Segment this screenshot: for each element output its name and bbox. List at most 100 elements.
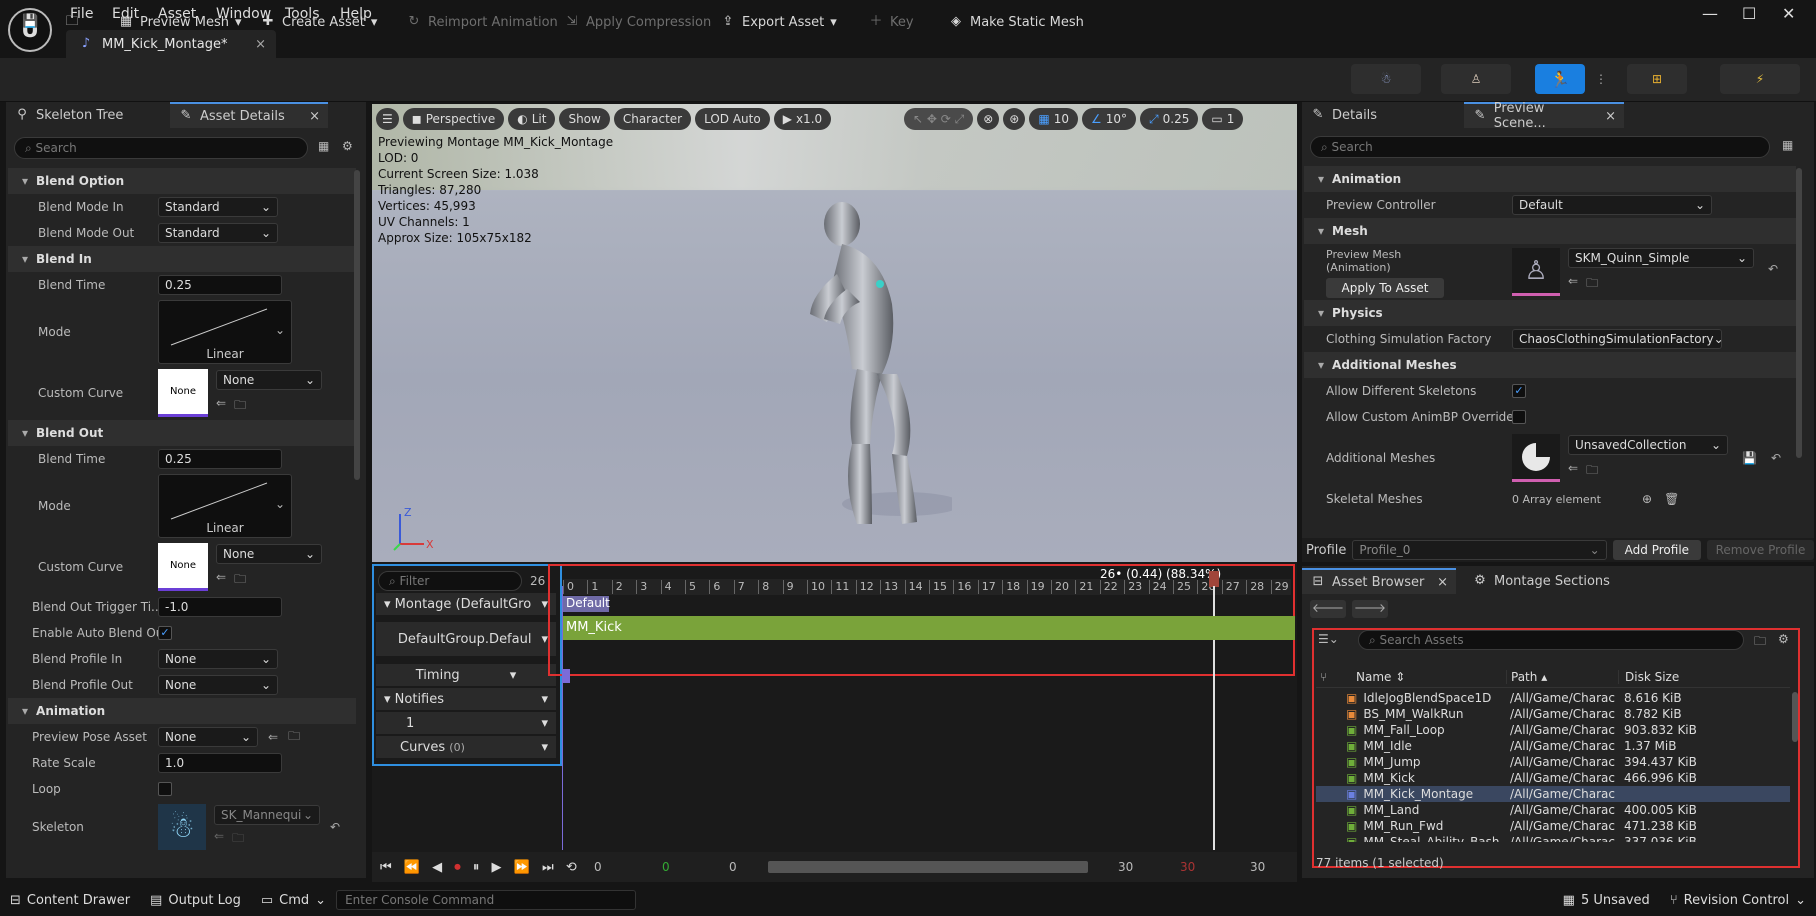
output-log-button[interactable]: ▤ Output Log bbox=[140, 884, 251, 916]
list-item[interactable]: ▣ MM_Kick/All/Game/Charac 466.996 KiB bbox=[1316, 770, 1790, 786]
blend-in-mode-picker[interactable]: ⌄ Linear bbox=[158, 300, 292, 364]
forward-arrow-icon[interactable]: 🡒 bbox=[1352, 600, 1388, 618]
track-montage[interactable]: ▾ Montage (DefaultGro ▾ bbox=[376, 593, 556, 615]
list-item[interactable]: ▣ BS_MM_WalkRun/All/Game/Charac 8.782 KiB bbox=[1316, 706, 1790, 722]
tab-details[interactable]: ✎ Details bbox=[1302, 102, 1385, 128]
blend-profile-in-select[interactable]: None ⌄ bbox=[158, 649, 278, 669]
apply-to-asset-button[interactable]: Apply To Asset bbox=[1326, 278, 1444, 298]
create-asset-button[interactable]: ✚ Create Asset ▾ bbox=[254, 8, 383, 36]
skeleton-mode-icon[interactable]: ☃ bbox=[1351, 64, 1421, 94]
tab-montage-sections[interactable]: ⚙ Montage Sections bbox=[1464, 568, 1618, 594]
blend-out-curve-thumbnail[interactable]: None bbox=[158, 543, 208, 591]
section-animation[interactable]: Animation bbox=[8, 698, 356, 724]
folder-icon[interactable]: 🗀 bbox=[1754, 632, 1766, 653]
blend-in-time-input[interactable]: 0.25 bbox=[158, 275, 282, 295]
track-timing[interactable]: Timing ▾ bbox=[376, 664, 556, 686]
close-tab-icon[interactable]: × bbox=[255, 37, 266, 52]
left-scrollbar[interactable] bbox=[354, 170, 360, 480]
track-slot[interactable]: DefaultGroup.Defaul ▾ bbox=[376, 622, 556, 656]
transform-tools[interactable]: ↖ ✥ ⟳ ⤢ bbox=[904, 108, 974, 130]
allow-custom-checkbox[interactable] bbox=[1512, 410, 1526, 424]
additional-meshes-select[interactable]: UnsavedCollection ⌄ bbox=[1568, 434, 1728, 455]
close-icon[interactable]: × bbox=[309, 109, 320, 124]
show-button[interactable]: Show bbox=[559, 108, 610, 130]
details-scrollbar[interactable] bbox=[1796, 168, 1802, 458]
reset-icon[interactable]: ↶ bbox=[330, 820, 340, 834]
browse-asset-icon[interactable]: 🗀 bbox=[1586, 274, 1598, 295]
more-icon[interactable]: ⋮ bbox=[1593, 64, 1609, 94]
track-notify-1[interactable]: 1 ▾ bbox=[376, 712, 556, 734]
track-filter-input[interactable]: ⌕ Filter bbox=[378, 571, 522, 591]
list-item[interactable]: ▣ MM_Idle/All/Game/Charac 1.37 MiB bbox=[1316, 738, 1790, 754]
snap-icon[interactable]: ⊛ bbox=[1003, 108, 1026, 130]
blend-out-time-input[interactable]: 0.25 bbox=[158, 449, 282, 469]
track-curves[interactable]: Curves (0) ▾ bbox=[376, 736, 556, 758]
section-mesh[interactable]: Mesh bbox=[1304, 218, 1796, 244]
close-icon[interactable]: × bbox=[1605, 109, 1616, 124]
gear-icon[interactable]: ⚙ bbox=[1778, 632, 1789, 646]
make-static-mesh-button[interactable]: ◈ Make Static Mesh bbox=[942, 8, 1090, 36]
rotation-snap-button[interactable]: ∠ 10° bbox=[1081, 108, 1137, 130]
list-item[interactable]: ▣ MM_Kick_Montage/All/Game/Charac bbox=[1316, 786, 1790, 802]
character-button[interactable]: Character bbox=[613, 108, 692, 130]
details-search-input[interactable]: ⌕ Search bbox=[1310, 136, 1770, 158]
preview-mesh-select[interactable]: SKM_Quinn_Simple ⌄ bbox=[1568, 248, 1754, 268]
grid-snap-button[interactable]: ▦ 10 bbox=[1029, 108, 1078, 130]
list-item[interactable]: ▣ IdleJogBlendSpace1D/All/Game/Charac 8.61… bbox=[1316, 690, 1790, 706]
section-default[interactable]: Default bbox=[563, 596, 610, 612]
unsaved-button[interactable]: ▦ 5 Unsaved bbox=[1553, 884, 1660, 916]
preview-controller-select[interactable]: Default ⌄ bbox=[1512, 195, 1712, 215]
trash-icon[interactable]: 🗑 bbox=[1664, 492, 1679, 506]
use-selected-icon[interactable]: ⇐ bbox=[1568, 461, 1578, 482]
use-selected-icon[interactable]: ⇐ bbox=[214, 829, 224, 850]
list-item[interactable]: ▣ MM_Run_Fwd/All/Game/Charac 471.238 KiB bbox=[1316, 818, 1790, 834]
table-view-icon[interactable]: ▦ bbox=[1782, 138, 1793, 152]
section-blend-out[interactable]: Blend Out bbox=[8, 420, 356, 446]
close-window-icon[interactable]: ✕ bbox=[1782, 4, 1795, 23]
transport-controls[interactable]: ⏮ ⏪ ◀ ⏺ ⏸ ▶ ⏩ ⏭ ⟲ bbox=[380, 860, 581, 875]
browse-asset-icon[interactable]: 🗀 bbox=[1586, 461, 1598, 482]
timeline-scrollbar[interactable] bbox=[768, 861, 1088, 873]
use-selected-icon[interactable]: ⇐ bbox=[216, 570, 226, 591]
lod-button[interactable]: LOD Auto bbox=[695, 108, 770, 130]
browse-icon[interactable]: 🗀 bbox=[58, 8, 86, 36]
skeleton-thumbnail[interactable]: ☃ bbox=[158, 804, 206, 850]
browse-asset-icon[interactable]: 🗀 bbox=[288, 727, 300, 748]
table-view-icon[interactable]: ▦ bbox=[318, 139, 329, 153]
physics-mode-icon[interactable]: ⚡ bbox=[1720, 64, 1800, 94]
save-collection-icon[interactable]: 💾 bbox=[1742, 451, 1757, 465]
enable-auto-blend-checkbox[interactable]: ✓ bbox=[158, 626, 172, 640]
reset-icon[interactable]: ↶ bbox=[1771, 451, 1781, 465]
playhead-handle[interactable] bbox=[1209, 571, 1219, 587]
blend-out-curve-select[interactable]: None ⌄ bbox=[216, 543, 322, 564]
browse-asset-icon[interactable]: 🗀 bbox=[234, 570, 246, 591]
blueprint-mode-icon[interactable]: ⊞ bbox=[1627, 64, 1687, 94]
browse-asset-icon[interactable]: 🗀 bbox=[234, 396, 246, 417]
tab-asset-details[interactable]: ✎ Asset Details × bbox=[170, 102, 328, 128]
back-arrow-icon[interactable]: 🡐 bbox=[1310, 600, 1346, 618]
tab-skeleton-tree[interactable]: ⚲ Skeleton Tree bbox=[6, 102, 131, 128]
camera-speed-button[interactable]: ▭ 1 bbox=[1202, 108, 1244, 130]
mesh-mode-icon[interactable]: ♙ bbox=[1441, 64, 1511, 94]
section-blend-in[interactable]: Blend In bbox=[8, 246, 356, 272]
tab-asset-browser[interactable]: ⊟ Asset Browser × bbox=[1302, 568, 1456, 594]
section-animation-preview[interactable]: Animation bbox=[1304, 166, 1796, 192]
allow-diff-checkbox[interactable]: ✓ bbox=[1512, 384, 1526, 398]
list-item[interactable]: ▣ MM_Jump/All/Game/Charac 394.437 KiB bbox=[1316, 754, 1790, 770]
revision-control-button[interactable]: ⑂ Revision Control ⌄ bbox=[1660, 884, 1816, 916]
blend-in-curve-thumbnail[interactable]: None bbox=[158, 369, 208, 417]
blend-in-curve-select[interactable]: None ⌄ bbox=[216, 369, 322, 390]
reimport-button[interactable]: ↻ Reimport Animation bbox=[400, 8, 564, 36]
key-button[interactable]: ＋ Key bbox=[862, 8, 920, 36]
playback-speed-button[interactable]: ▶ x1.0 bbox=[773, 108, 832, 130]
blend-mode-in-select[interactable]: Standard ⌄ bbox=[158, 197, 278, 217]
scale-snap-button[interactable]: ⤢ 0.25 bbox=[1140, 108, 1199, 130]
section-physics[interactable]: Physics bbox=[1304, 300, 1796, 326]
preview-mesh-button[interactable]: ▦ Preview Mesh ▾ bbox=[112, 8, 248, 36]
profile-select[interactable]: Profile_0 ⌄ bbox=[1352, 540, 1607, 560]
use-selected-icon[interactable]: ⇐ bbox=[1568, 274, 1578, 295]
list-item[interactable]: ▣ MM_Land/All/Game/Charac 400.005 KiB bbox=[1316, 802, 1790, 818]
browse-asset-icon[interactable]: 🗀 bbox=[232, 829, 244, 850]
track-notifies[interactable]: ▾ Notifies ▾ bbox=[376, 688, 556, 710]
close-icon[interactable]: × bbox=[1437, 575, 1448, 590]
